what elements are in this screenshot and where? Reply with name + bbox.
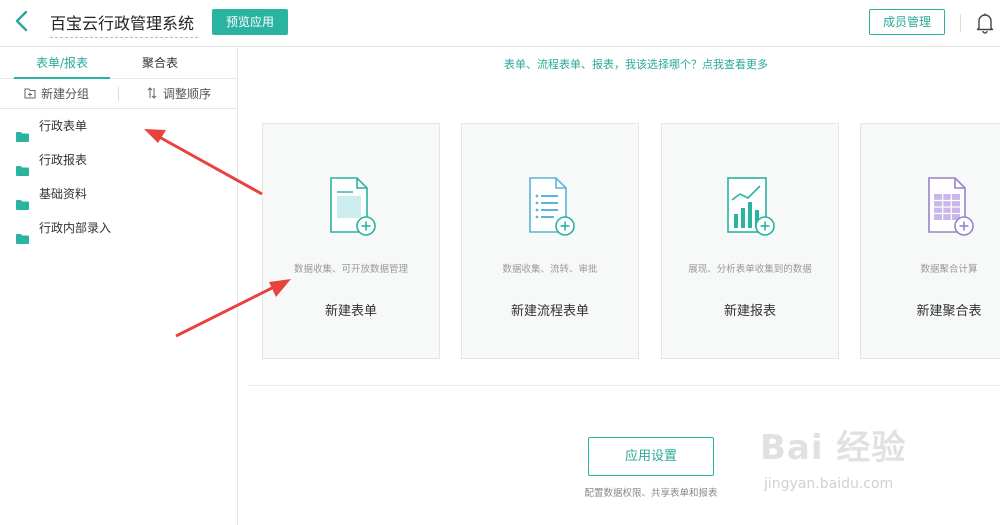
new-workflow-form-card[interactable]: 数据收集、流转、审批 新建流程表单: [461, 123, 639, 359]
app-settings-button[interactable]: 应用设置: [588, 437, 714, 476]
folder-item[interactable]: 行政内部录入: [0, 211, 237, 245]
form-add-icon: [323, 174, 379, 238]
folder-label: 基础资料: [39, 187, 88, 201]
baidu-watermark: Bai 经验 jingyan.baidu.com: [760, 420, 960, 500]
member-management-button[interactable]: 成员管理: [869, 9, 945, 35]
sidebar-toolbar: 新建分组 调整顺序: [0, 79, 237, 109]
new-aggregate-table-card[interactable]: 数据聚合计算 新建聚合表: [860, 123, 1000, 359]
folder-item[interactable]: 行政表单: [0, 109, 237, 143]
card-title: 新建聚合表: [916, 304, 982, 319]
tab-forms-reports[interactable]: 表单/报表: [14, 48, 110, 79]
watermark-url: jingyan.baidu.com: [764, 476, 894, 492]
card-title: 新建表单: [324, 304, 377, 319]
card-title: 新建报表: [723, 304, 776, 319]
reorder-button[interactable]: 调整顺序: [146, 79, 211, 109]
card-description: 展现、分析表单收集到的数据: [688, 264, 812, 275]
folder-icon: [16, 223, 29, 244]
sidebar: 表单/报表 聚合表 新建分组 调整顺序 行政表单 行政报表 基础资料 行政内部录…: [0, 48, 238, 525]
sidebar-tabs: 表单/报表 聚合表: [0, 48, 237, 79]
header-divider: [960, 14, 961, 32]
section-divider: [247, 385, 1000, 386]
top-bar: 百宝云行政管理系统 预览应用 成员管理: [0, 0, 1000, 47]
card-title: 新建流程表单: [510, 304, 589, 319]
new-group-icon: [24, 80, 36, 99]
watermark-logo: Bai 经验: [760, 428, 907, 468]
new-report-card[interactable]: 展现、分析表单收集到的数据 新建报表: [661, 123, 839, 359]
toolbar-divider: [118, 87, 119, 101]
folder-item[interactable]: 行政报表: [0, 143, 237, 177]
app-name[interactable]: 百宝云行政管理系统: [50, 12, 199, 38]
card-description: 数据收集、流转、审批: [502, 264, 598, 275]
tab-aggregate-tables[interactable]: 聚合表: [112, 48, 208, 79]
folder-icon: [16, 155, 29, 176]
card-description: 数据聚合计算: [920, 264, 978, 275]
new-group-label: 新建分组: [41, 87, 90, 101]
workflow-form-add-icon: [522, 174, 578, 238]
back-arrow-icon[interactable]: [14, 9, 36, 37]
bell-icon[interactable]: [975, 12, 995, 34]
folder-label: 行政内部录入: [39, 221, 112, 235]
help-link[interactable]: 表单、流程表单、报表，我该选择哪个？点我查看更多: [504, 56, 768, 72]
folder-item[interactable]: 基础资料: [0, 177, 237, 211]
new-group-button[interactable]: 新建分组: [24, 79, 89, 109]
preview-app-button[interactable]: 预览应用: [212, 9, 288, 35]
folder-label: 行政报表: [39, 153, 88, 167]
reorder-label: 调整顺序: [163, 87, 212, 101]
report-add-icon: [722, 174, 778, 238]
folder-icon: [16, 121, 29, 142]
aggregate-table-add-icon: [921, 174, 977, 238]
folder-label: 行政表单: [39, 119, 88, 133]
new-form-card[interactable]: 数据收集、可开放数据管理 新建表单: [262, 123, 440, 359]
sort-icon: [146, 80, 158, 99]
folder-icon: [16, 189, 29, 210]
app-settings-description: 配置数据权限、共享表单和报表: [584, 488, 718, 499]
card-description: 数据收集、可开放数据管理: [293, 264, 408, 275]
